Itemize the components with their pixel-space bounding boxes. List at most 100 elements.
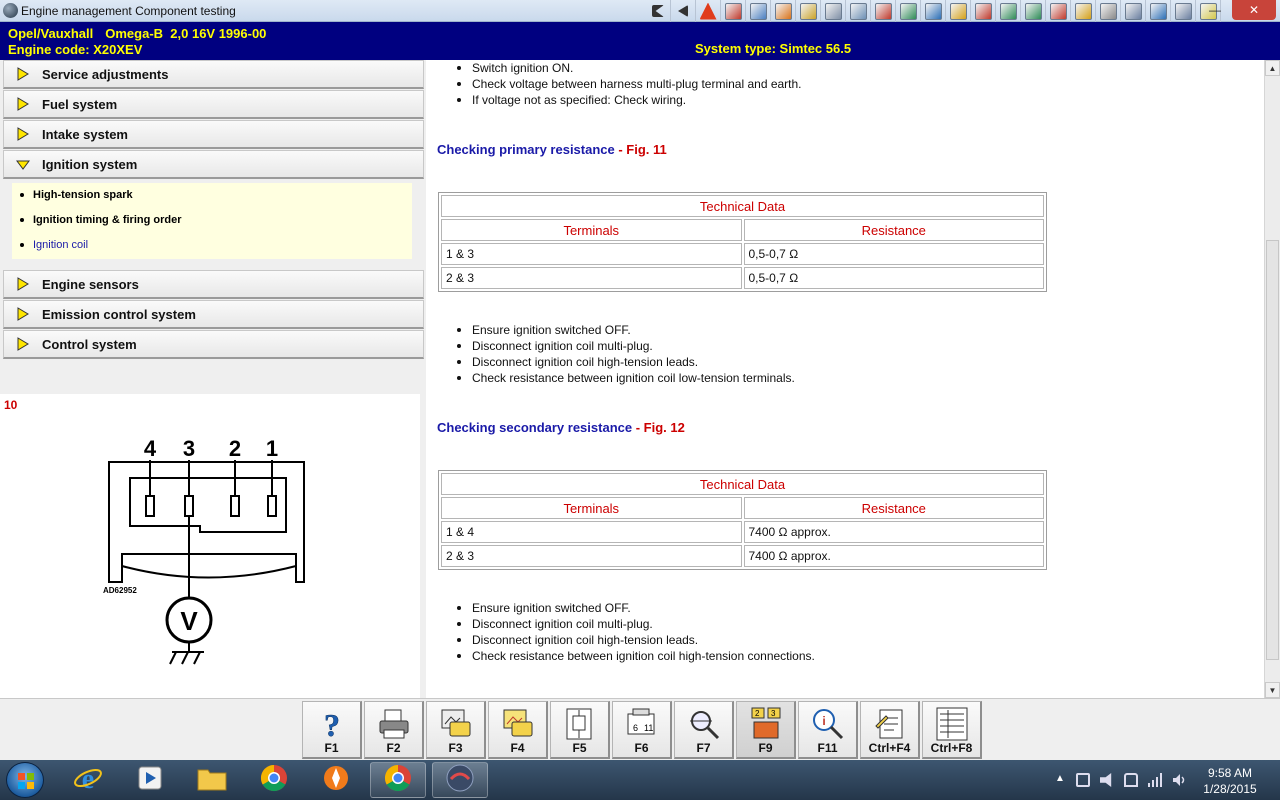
nav-item-emission-control-system[interactable]: Emission control system: [3, 300, 424, 329]
fkey-label: F9: [758, 741, 773, 755]
fkey-ctrl-f4-button[interactable]: Ctrl+F4: [860, 701, 920, 759]
nav-item-intake-system[interactable]: Intake system: [3, 120, 424, 149]
subnav-high-tension-spark[interactable]: High-tension spark: [20, 189, 133, 201]
toolbar-timing-button[interactable]: [971, 0, 996, 22]
toolbar-person-button[interactable]: [921, 0, 946, 22]
taskbar-media-button[interactable]: [122, 762, 178, 798]
tools-icon: [874, 2, 892, 20]
toolbar-gauge-button[interactable]: [821, 0, 846, 22]
taskbar-explorer-button[interactable]: [184, 762, 240, 798]
fkey-f5-button[interactable]: F5: [550, 701, 610, 759]
bullet-item: Ensure ignition switched OFF.: [457, 600, 815, 616]
connector-body: [108, 461, 305, 583]
fkey-f1-button[interactable]: ? F1: [302, 701, 362, 759]
nav-item-label: Emission control system: [42, 306, 196, 322]
taskbar-app-button[interactable]: [432, 762, 488, 798]
toolbar-bug-button[interactable]: [796, 0, 821, 22]
timing-icon: [974, 2, 992, 20]
fkey-f3-button[interactable]: F3: [426, 701, 486, 759]
clock-time[interactable]: 9:58 AM: [1190, 766, 1270, 780]
technical-data-table-primary: Technical Data Terminals Resistance 1 & 3 0,…: [438, 192, 1047, 292]
chrome-icon: [260, 764, 288, 797]
toolbar-door-button[interactable]: [896, 0, 921, 22]
subnav-ignition-coil[interactable]: Ignition coil: [20, 239, 88, 251]
toolbar-flag-button[interactable]: [721, 0, 746, 22]
nav-item-engine-sensors[interactable]: Engine sensors: [3, 270, 424, 299]
toolbar-first-button[interactable]: [646, 0, 671, 22]
fkey-ctrl-f8-button[interactable]: Ctrl+F8: [922, 701, 982, 759]
fkey-f6-button[interactable]: 6 11 F6: [612, 701, 672, 759]
fig-ref-link[interactable]: - Fig. 12: [632, 420, 685, 435]
nav-item-label: Engine sensors: [42, 276, 139, 292]
svg-text:e: e: [82, 764, 94, 793]
toolbar-back-button[interactable]: [671, 0, 696, 22]
door-icon: [899, 2, 917, 20]
fkey-f4-button[interactable]: F4: [488, 701, 548, 759]
svg-text:6: 6: [633, 723, 638, 733]
toolbar-engine-button[interactable]: [846, 0, 871, 22]
nav-item-service-adjustments[interactable]: Service adjustments: [3, 60, 424, 89]
vertical-scrollbar[interactable]: ▲ ▼: [1264, 60, 1280, 698]
toolbar-tire-button[interactable]: [1121, 0, 1146, 22]
nav-item-fuel-system[interactable]: Fuel system: [3, 90, 424, 119]
subnav-ignition-timing-firing-order[interactable]: Ignition timing & firing order: [20, 214, 181, 226]
svg-text:i: i: [822, 714, 825, 728]
action-center-icon[interactable]: [1076, 773, 1090, 787]
taskbar-ie-button[interactable]: e: [60, 762, 116, 798]
network-icon[interactable]: [1148, 773, 1162, 787]
taskbar-avast-button[interactable]: [308, 762, 364, 798]
toolbar-list-button[interactable]: [1021, 0, 1046, 22]
clock-date[interactable]: 1/28/2015: [1190, 782, 1270, 796]
nav-item-ignition-system[interactable]: Ignition system: [3, 150, 424, 179]
fkey-label: F6: [634, 741, 649, 755]
table-title: Technical Data: [441, 473, 1044, 495]
terminal-label-3: 3: [183, 436, 195, 461]
nav-item-control-system[interactable]: Control system: [3, 330, 424, 359]
ignition-submenu: High-tension spark Ignition timing & firi…: [12, 183, 412, 259]
scroll-thumb[interactable]: [1266, 240, 1279, 660]
show-hidden-icon[interactable]: ▲: [1055, 773, 1069, 787]
toolbar-display-button[interactable]: [746, 0, 771, 22]
volume-icon[interactable]: [1172, 773, 1186, 787]
bullet-item: Check resistance between ignition coil l…: [457, 371, 795, 385]
toolbar-battery-button[interactable]: [996, 0, 1021, 22]
terminal-label-4: 4: [144, 436, 157, 461]
toolbar-warning-light-button[interactable]: [1146, 0, 1171, 22]
fkey-label: F5: [572, 741, 587, 755]
fkey-label: F2: [386, 741, 401, 755]
function-key-bar: ? F1 F2 F3 F4 F5 6 11 F6 F7 2 3 F9 i F11 Ctrl+F4 Ctrl+F8: [0, 698, 1280, 760]
fkey-f11-button[interactable]: i F11: [798, 701, 858, 759]
vehicle-icon: [1074, 2, 1092, 20]
power-icon[interactable]: [1124, 773, 1138, 787]
fig-ref-link[interactable]: - Fig. 11: [615, 142, 666, 157]
taskbar-chrome-button[interactable]: [370, 762, 426, 798]
taskbar-chrome-button[interactable]: [246, 762, 302, 798]
bullet-item: Disconnect ignition coil multi-plug.: [457, 616, 815, 632]
start-button[interactable]: [6, 762, 44, 798]
earth-icon: [169, 642, 204, 665]
toolbar-gear-button[interactable]: [771, 0, 796, 22]
nav-item-label: Control system: [42, 336, 137, 352]
scroll-down-button[interactable]: ▼: [1265, 682, 1280, 698]
toolbar-lift-button[interactable]: [1096, 0, 1121, 22]
toolbar-warning-button[interactable]: [696, 0, 721, 22]
toolbar-car-button[interactable]: [1171, 0, 1196, 22]
expanded-arrow-icon: [16, 157, 30, 171]
scroll-up-button[interactable]: ▲: [1265, 60, 1280, 76]
cell-terminals: 1 & 3: [441, 243, 742, 265]
minimize-button[interactable]: —: [1196, 0, 1234, 20]
toolbar-tools-button[interactable]: [871, 0, 896, 22]
fkey-f7-button[interactable]: F7: [674, 701, 734, 759]
column-header-resistance: Resistance: [743, 219, 1044, 241]
toolbar-wrench-button[interactable]: [946, 0, 971, 22]
fkey-f2-button[interactable]: F2: [364, 701, 424, 759]
toolbar-fuel-button[interactable]: [1046, 0, 1071, 22]
flag-warning-icon[interactable]: [1100, 773, 1112, 787]
close-button[interactable]: ✕: [1232, 0, 1276, 20]
vehicle-header: Opel/Vauxhall Omega-B 2,0 16V 1996-00 Eng…: [0, 22, 1280, 60]
toolbar: [646, 0, 1221, 22]
fkey-f9-button[interactable]: 2 3 F9: [736, 701, 796, 759]
technical-data-table-secondary: Technical Data Terminals Resistance 1 & 4 74…: [438, 470, 1047, 570]
toolbar-vehicle-button[interactable]: [1071, 0, 1096, 22]
bullet-item: If voltage not as specified: Check wirin…: [457, 92, 802, 108]
